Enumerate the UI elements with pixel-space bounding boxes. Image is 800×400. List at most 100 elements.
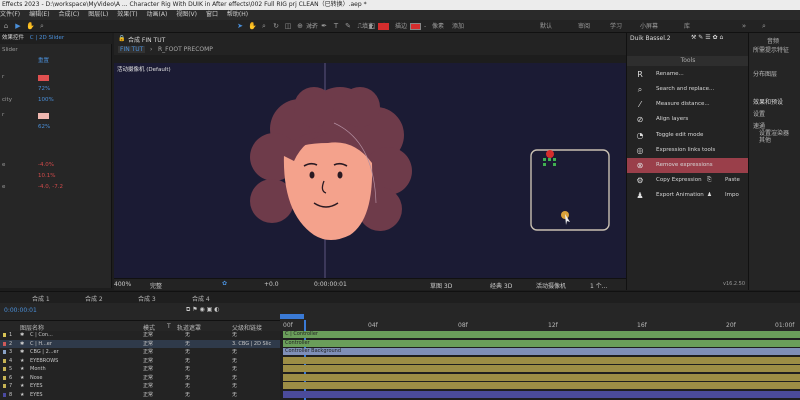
zoom-icon[interactable]: ⌕ xyxy=(260,22,268,31)
stroke-label[interactable]: 描边 xyxy=(395,22,407,31)
table-row[interactable]: 3 ✱ CBG | 2...er 正常无无 xyxy=(0,348,280,357)
color-row-2[interactable]: r xyxy=(0,110,112,121)
current-time[interactable]: 0:00:00:01 xyxy=(314,281,347,288)
menu-effect[interactable]: 效果(T) xyxy=(117,11,137,18)
breadcrumb-r-foot[interactable]: R_FOOT PRECOMP xyxy=(158,46,213,53)
color-management-icon[interactable]: ✿ xyxy=(222,280,227,287)
rotate-icon[interactable]: ↻ xyxy=(272,22,280,31)
views-dropdown[interactable]: 1 个... xyxy=(590,281,607,290)
hand-tool-icon[interactable]: ✋ xyxy=(26,22,35,31)
menu-composition[interactable]: 合成(C) xyxy=(58,11,79,18)
duik-export-animation[interactable]: ♟ Export Animation ♟ Impo xyxy=(627,188,749,203)
stroke-color-swatch[interactable] xyxy=(410,23,421,30)
import-button[interactable]: Impo xyxy=(725,188,739,203)
duik-tab[interactable]: Duik Bassel.2 xyxy=(630,35,671,42)
draft-3d-toggle[interactable]: 草图 3D xyxy=(430,281,452,290)
camera-dropdown[interactable]: 活动摄像机 xyxy=(536,281,566,290)
workspace-learn[interactable]: 学习 xyxy=(610,22,622,31)
reset-row[interactable]: 重置 xyxy=(0,56,112,67)
label-color[interactable] xyxy=(3,367,6,371)
timeline-switch-icons[interactable]: ⧉ ⚑ ◉ ▣ ◐ xyxy=(186,306,219,314)
label-color[interactable] xyxy=(3,392,6,397)
table-row[interactable]: 2 ✱ C | H...er 正常无 3. CBG | 2D Slic xyxy=(0,339,280,348)
layer-bar-7[interactable] xyxy=(283,382,800,389)
audio-tab[interactable]: 音频 xyxy=(767,36,779,45)
opacity-row[interactable]: city 100% xyxy=(0,95,112,106)
composition-viewer[interactable] xyxy=(114,63,626,278)
duik-toolbar-icons[interactable]: ⚒ ✎ ☰ ✿ ⌂ xyxy=(691,34,723,41)
layer-bar-2[interactable]: Controller xyxy=(283,339,800,347)
table-row[interactable]: 8 ★ EYES 正常无无 xyxy=(0,391,280,400)
hand-icon[interactable]: ✋ xyxy=(248,22,257,31)
color-swatch-2[interactable] xyxy=(38,113,49,119)
time-ruler[interactable]: 00f 04f 08f 12f 16f 20f 01:00f xyxy=(280,320,800,331)
effect-controls-tab[interactable]: 效果控件 C | 2D Slider xyxy=(0,33,112,44)
workspace-library[interactable]: 库 xyxy=(684,22,690,31)
timeline-current-time[interactable]: 0:00:00:01 xyxy=(4,307,37,314)
effects-item[interactable]: 其他 xyxy=(759,135,771,144)
workspace-menu-icon[interactable]: » xyxy=(740,22,748,31)
menu-file[interactable]: 文件(F) xyxy=(0,11,20,18)
work-area-bar[interactable] xyxy=(280,314,304,319)
layer-bar-1[interactable]: C | Controller xyxy=(283,331,800,338)
zoom-dropdown[interactable]: 400% xyxy=(114,281,131,288)
layer-bar-5[interactable] xyxy=(283,365,800,372)
label-color[interactable] xyxy=(3,350,6,354)
duik-measure-distance[interactable]: ⁄ Measure distance... xyxy=(627,97,749,112)
resolution-dropdown[interactable]: 完整 xyxy=(150,281,162,290)
duik-align-layers[interactable]: ⊘ Align layers xyxy=(627,112,749,127)
fill-color-swatch[interactable] xyxy=(378,23,389,30)
table-row[interactable]: 5 ★ Month 正常无无 xyxy=(0,365,280,374)
duik-remove-expressions[interactable]: ⊗ Remove expressions xyxy=(627,158,749,173)
camera-icon[interactable]: ◫ xyxy=(284,22,292,31)
menu-layer[interactable]: 图层(L) xyxy=(88,11,108,18)
tab-comp-3[interactable]: 合成 3 xyxy=(138,294,156,303)
workspace-small-screen[interactable]: 小屏幕 xyxy=(640,22,658,31)
pen-tool-icon[interactable]: ✒ xyxy=(320,22,328,31)
type-tool-icon[interactable]: T xyxy=(332,22,340,31)
distribute-layers[interactable]: 分布图层 xyxy=(753,69,777,78)
pan-behind-icon[interactable]: ⊕ xyxy=(296,22,304,31)
duik-toggle-edit-mode[interactable]: ◔ Toggle edit mode xyxy=(627,128,749,143)
menu-animation[interactable]: 动画(A) xyxy=(147,11,168,18)
layer-bar-4[interactable] xyxy=(283,356,800,364)
effects-presets-tab[interactable]: 效果和预设 xyxy=(753,97,783,106)
renderer-dropdown[interactable]: 经典 3D xyxy=(490,281,512,290)
tab-comp[interactable]: 合成 FIN TUT xyxy=(128,35,165,44)
tab-comp-1[interactable]: 合成 1 xyxy=(32,294,50,303)
tab-comp-4[interactable]: 合成 4 xyxy=(192,294,210,303)
table-row[interactable]: 1 ✱ C | Con... 正常无无 xyxy=(0,331,280,340)
layer-bar-3[interactable]: Controller Background xyxy=(283,348,800,355)
layer-bar-6[interactable] xyxy=(283,373,800,381)
selection-arrow-icon[interactable]: ➤ xyxy=(236,22,244,31)
color-row[interactable]: r xyxy=(0,72,112,83)
exposure-value[interactable]: +0.0 xyxy=(264,281,279,288)
lock-icon[interactable]: 🔒 xyxy=(118,35,125,42)
add-label[interactable]: 添加 xyxy=(452,22,464,31)
effects-search[interactable]: 设置 xyxy=(753,109,765,118)
table-row[interactable]: 6 ★ Nose 正常无无 xyxy=(0,374,280,383)
zoom-tool-icon[interactable]: ⌕ xyxy=(38,22,46,31)
duik-expression-links[interactable]: ◎ Expression links tools xyxy=(627,143,749,158)
label-color[interactable] xyxy=(3,384,6,388)
paste-icon[interactable]: ⎘ xyxy=(707,173,711,188)
brush-tool-icon[interactable]: ✎ xyxy=(344,22,352,31)
stroke-width[interactable]: - xyxy=(424,22,426,31)
selection-tool-icon[interactable]: ▶ xyxy=(14,22,22,31)
duik-copy-expression[interactable]: ⚙ Copy Expression ⎘ Paste xyxy=(627,173,749,188)
tab-comp-2[interactable]: 合成 2 xyxy=(85,294,103,303)
menu-window[interactable]: 窗口 xyxy=(206,11,218,18)
duik-rename[interactable]: R Rename... xyxy=(627,67,749,82)
breadcrumb-fin-tut[interactable]: FIN TUT xyxy=(118,46,146,53)
property-row[interactable]: 62% xyxy=(0,122,112,133)
color-swatch-1[interactable] xyxy=(38,75,49,81)
workspace-review[interactable]: 审阅 xyxy=(578,22,590,31)
property-row[interactable]: e -4.0% xyxy=(0,160,112,171)
layer-bar-8[interactable] xyxy=(283,390,800,398)
home-icon[interactable]: ⌂ xyxy=(2,22,10,31)
snapping-checkbox[interactable]: 对齐 xyxy=(306,22,318,31)
search-help-icon[interactable]: ⌕ xyxy=(760,22,768,31)
menu-help[interactable]: 帮助(H) xyxy=(227,11,248,18)
table-row[interactable]: 7 ★ EYES 正常无无 xyxy=(0,382,280,391)
fill-label[interactable]: 填充 xyxy=(362,22,374,31)
